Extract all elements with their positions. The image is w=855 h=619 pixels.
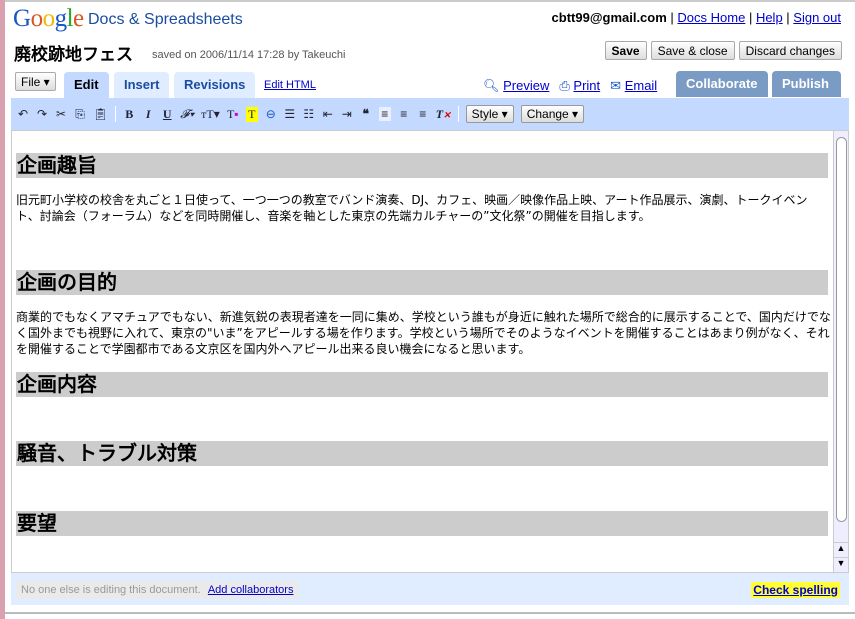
- print-link[interactable]: Print: [573, 78, 600, 93]
- sign-out-link[interactable]: Sign out: [793, 10, 841, 25]
- italic-button[interactable]: I: [142, 107, 154, 122]
- bullet-list-icon[interactable]: ☷: [303, 107, 315, 121]
- status-text: No one else is editing this document.: [21, 584, 201, 596]
- change-dropdown[interactable]: Change ▾: [520, 105, 585, 123]
- link-icon[interactable]: ⊖: [265, 107, 277, 121]
- divider: [5, 0, 855, 2]
- heading: 企画趣旨: [16, 153, 828, 178]
- email-link[interactable]: Email: [625, 78, 658, 93]
- separator: [457, 106, 459, 122]
- cut-icon[interactable]: ✂: [55, 107, 67, 121]
- user-email: cbtt99@gmail.com: [551, 10, 667, 25]
- check-spelling-link[interactable]: Check spelling: [751, 582, 840, 598]
- document-editor[interactable]: 企画趣旨 旧元町小学校の校舎を丸ごと１日使って、一つ一つの教室でバンド演奏、DJ…: [11, 130, 849, 573]
- font-size-icon[interactable]: тT▾: [201, 107, 220, 122]
- account-bar: cbtt99@gmail.com | Docs Home | Help | Si…: [551, 10, 841, 25]
- email-icon: ✉: [610, 78, 622, 93]
- discard-changes-button[interactable]: Discard changes: [738, 41, 842, 60]
- undo-icon[interactable]: ↶: [17, 107, 29, 121]
- docs-home-link[interactable]: Docs Home: [677, 10, 745, 25]
- scroll-up-arrow[interactable]: ▲: [834, 542, 848, 556]
- save-close-button[interactable]: Save & close: [650, 41, 735, 60]
- numbered-list-icon[interactable]: ☰: [284, 107, 296, 121]
- scroll-down-arrow[interactable]: ▼: [834, 557, 848, 571]
- tab-publish[interactable]: Publish: [772, 71, 841, 97]
- window-edge: [0, 0, 5, 619]
- tab-revisions[interactable]: Revisions: [174, 72, 256, 98]
- heading: 企画の目的: [16, 270, 828, 295]
- highlight-icon[interactable]: T: [245, 106, 258, 122]
- tab-edit[interactable]: Edit: [64, 72, 109, 98]
- preview-link[interactable]: Preview: [503, 78, 549, 93]
- divider: [5, 612, 855, 614]
- bold-button[interactable]: B: [123, 107, 135, 122]
- edit-html-link[interactable]: Edit HTML: [264, 79, 316, 91]
- file-menu[interactable]: File ▾: [15, 72, 56, 91]
- indent-icon[interactable]: ⇥: [341, 107, 353, 121]
- paste-icon[interactable]: 📋︎: [93, 107, 108, 121]
- formatting-toolbar: ↶ ↷ ✂ ⎘ 📋︎ B I U 𝓕▾ тT▾ T▪ T ⊖ ☰ ☷ ⇤ ⇥ ❝…: [11, 98, 849, 130]
- paragraph: 旧元町小学校の校舎を丸ごと１日使って、一つ一つの教室でバンド演奏、DJ、カフェ、…: [16, 193, 808, 223]
- tab-insert[interactable]: Insert: [114, 72, 170, 98]
- copy-icon[interactable]: ⎘: [74, 107, 86, 122]
- add-collaborators-link[interactable]: Add collaborators: [208, 584, 294, 596]
- doc-title[interactable]: 廃校跡地フェス: [14, 40, 133, 65]
- collab-status: No one else is editing this document. Ad…: [16, 581, 299, 599]
- print-icon: ⎙: [559, 78, 570, 93]
- help-link[interactable]: Help: [756, 10, 783, 25]
- clear-format-icon[interactable]: T✕: [436, 107, 451, 122]
- product-name: Docs & Spreadsheets: [88, 11, 243, 28]
- separator: [115, 106, 117, 122]
- footer-bar: No one else is editing this document. Ad…: [11, 573, 849, 605]
- text-color-icon[interactable]: T▪: [227, 107, 239, 122]
- saved-status: saved on 2006/11/14 17:28 by Takeuchi: [152, 49, 346, 61]
- align-right-icon[interactable]: ≡: [417, 107, 429, 121]
- redo-icon[interactable]: ↷: [36, 107, 48, 121]
- google-logo[interactable]: Google: [13, 5, 84, 33]
- scrollbar-thumb[interactable]: [836, 137, 847, 522]
- tab-collaborate[interactable]: Collaborate: [676, 71, 768, 97]
- outdent-icon[interactable]: ⇤: [322, 107, 334, 121]
- preview-icon: 🔍︎: [483, 78, 500, 93]
- heading: 企画内容: [16, 372, 828, 397]
- underline-button[interactable]: U: [161, 107, 173, 122]
- font-icon[interactable]: 𝓕▾: [180, 107, 194, 122]
- heading: 騒音、トラブル対策: [16, 441, 828, 466]
- scrollbar[interactable]: ▲ ▼: [833, 131, 848, 572]
- paragraph: 商業的でもなくアマチュアでもない、新進気鋭の表現者達を一同に集め、学校という誰も…: [16, 310, 831, 356]
- style-dropdown[interactable]: Style ▾: [465, 105, 514, 123]
- align-left-icon[interactable]: ≡: [378, 107, 391, 121]
- heading: 要望: [16, 511, 828, 536]
- align-center-icon[interactable]: ≡: [398, 107, 410, 121]
- blockquote-icon[interactable]: ❝: [360, 107, 372, 121]
- save-button[interactable]: Save: [604, 41, 647, 60]
